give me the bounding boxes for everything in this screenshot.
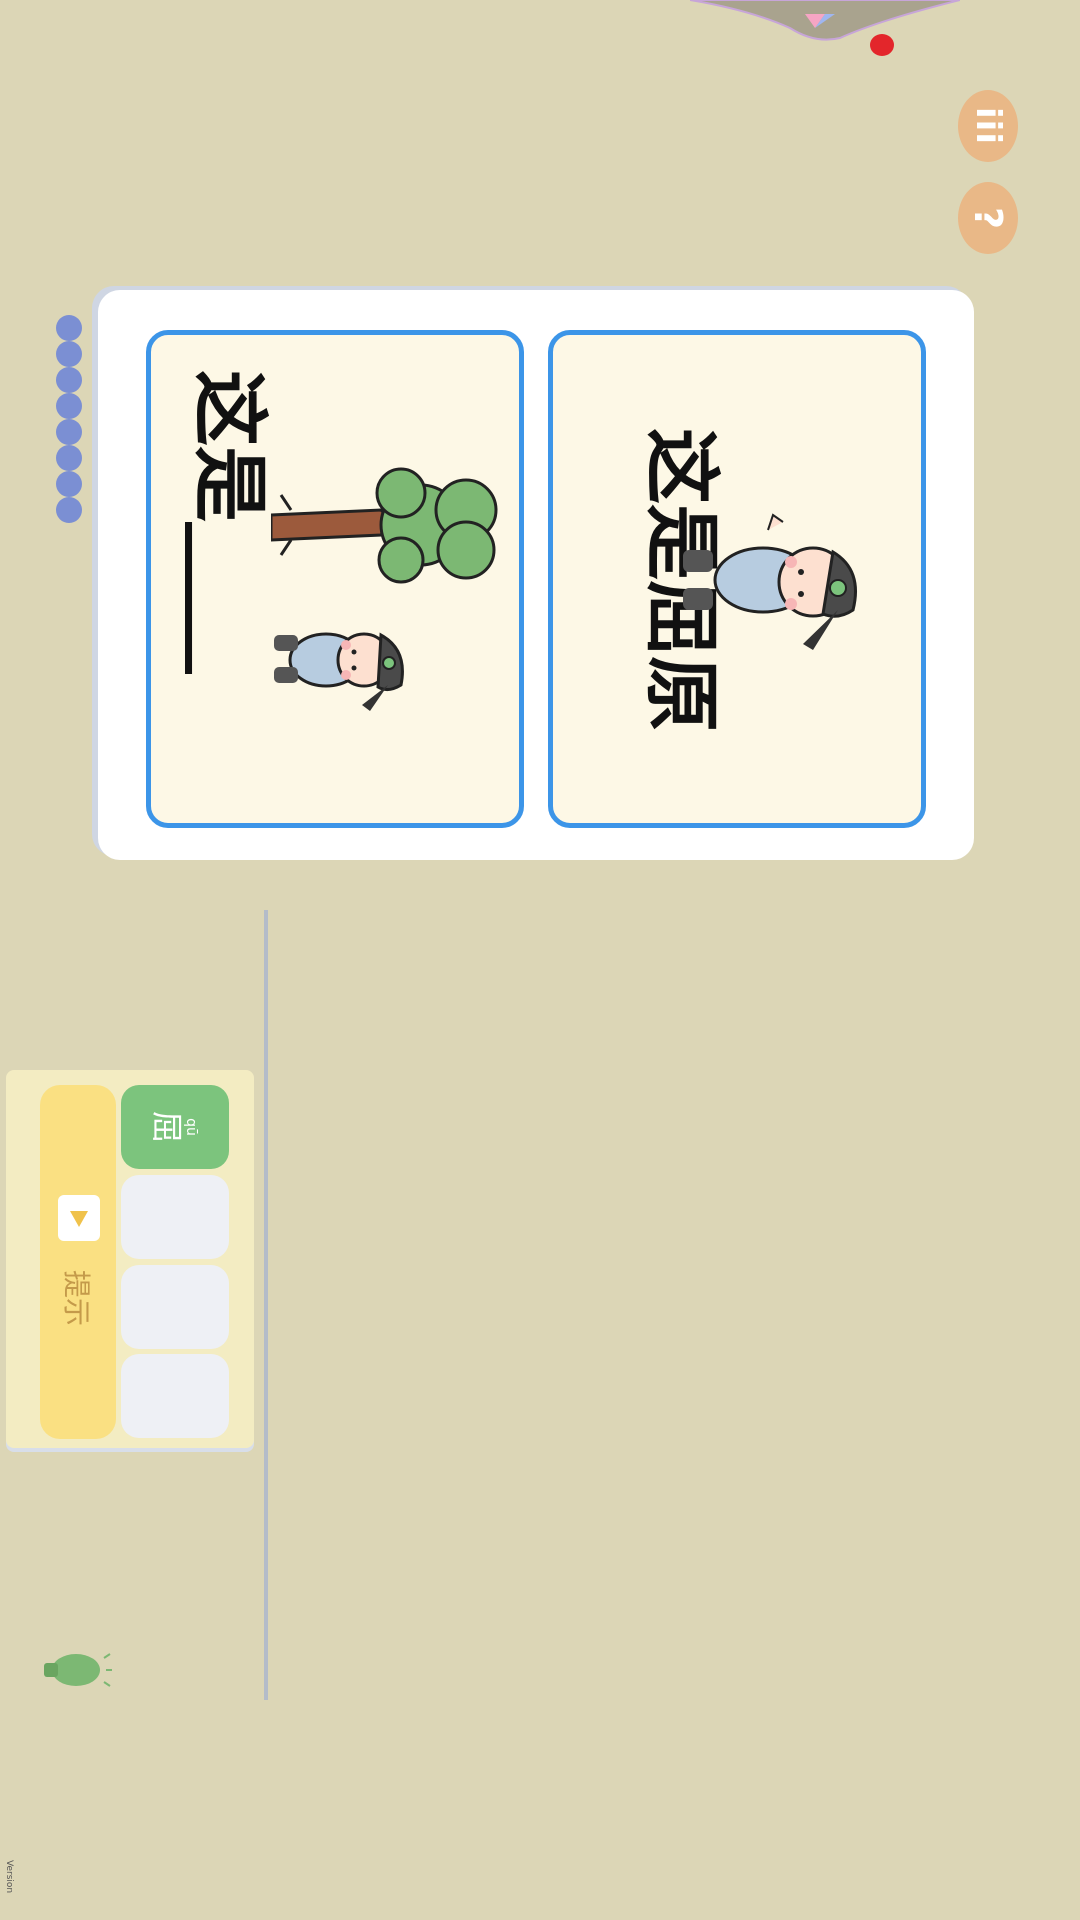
menu-button[interactable]: iii xyxy=(958,90,1018,162)
progress-bead xyxy=(56,471,82,497)
answer-slot-filled[interactable]: qū 屈 xyxy=(121,1085,229,1169)
menu-icon: iii xyxy=(968,107,1008,145)
story-card-panel: 这是屈原 这是____ xyxy=(98,290,974,860)
progress-bead xyxy=(56,393,82,419)
version-label: Version xyxy=(4,1860,14,1894)
progress-bead xyxy=(56,367,82,393)
notification-dot xyxy=(870,34,894,56)
qu-yuan-figure-icon xyxy=(683,513,857,650)
child-figure-icon xyxy=(274,632,404,711)
progress-bead xyxy=(56,419,82,445)
top-wave-tab[interactable] xyxy=(690,0,960,45)
hint-label: 提示 xyxy=(60,1270,93,1327)
help-icon: ? xyxy=(966,206,1010,230)
slot-hanzi: 屈 xyxy=(148,1110,186,1143)
lightbulb-icon[interactable] xyxy=(40,1650,112,1690)
play-triangle-icon xyxy=(70,1211,88,1227)
progress-bead xyxy=(56,341,82,367)
slot-character: qū 屈 xyxy=(143,1083,207,1171)
tree-icon xyxy=(271,467,498,584)
answer-slot-empty[interactable] xyxy=(121,1175,229,1259)
answer-slot-empty[interactable] xyxy=(121,1354,229,1438)
progress-bead xyxy=(56,445,82,471)
story-card-qu-yuan: 这是屈原 xyxy=(548,330,926,828)
vertical-divider xyxy=(264,910,268,1700)
progress-bead xyxy=(56,497,82,523)
help-button[interactable]: ? xyxy=(958,182,1018,254)
progress-bead xyxy=(56,315,82,341)
answer-panel: 提示 qū 屈 xyxy=(6,1070,254,1448)
story-card-question: 这是____ xyxy=(146,330,524,828)
progress-beads xyxy=(56,315,84,523)
hint-button[interactable]: 提示 xyxy=(40,1085,116,1439)
answer-slot-empty[interactable] xyxy=(121,1265,229,1349)
play-icon[interactable] xyxy=(58,1195,100,1241)
